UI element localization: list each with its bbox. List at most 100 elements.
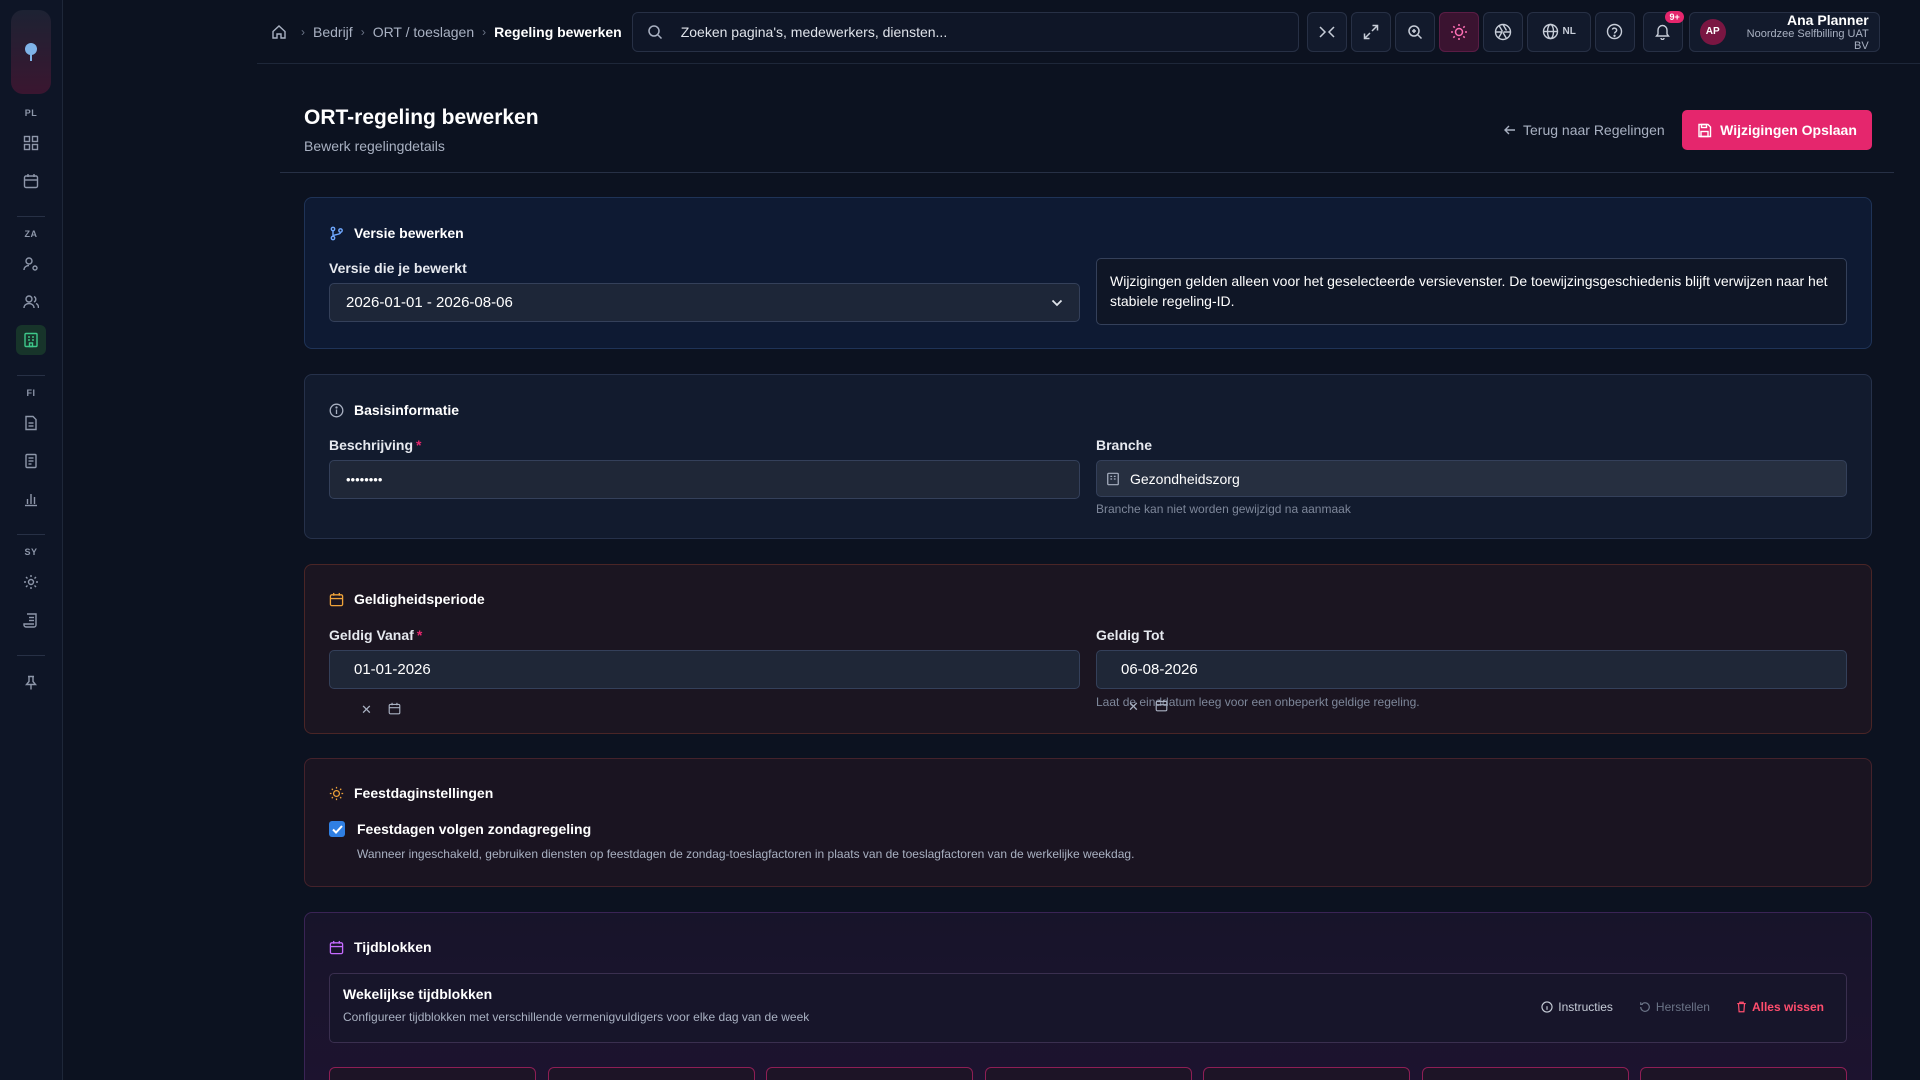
notification-badge: 9+	[1665, 10, 1684, 23]
zoom-button[interactable]	[1394, 11, 1435, 52]
collapse-icon	[1319, 25, 1335, 38]
sidebar-divider	[17, 375, 45, 376]
description-input[interactable]: ••••••••	[329, 460, 1080, 499]
users-icon[interactable]	[16, 287, 46, 317]
sunday-rule-help: Wanneer ingeschakeld, gebruiken diensten…	[357, 847, 1135, 861]
chevron-right-icon: ›	[360, 24, 365, 39]
valid-to-value: 06-08-2026	[1121, 661, 1198, 678]
search-placeholder: Zoeken pagina's, medewerkers, diensten..…	[680, 23, 948, 40]
aperture-button[interactable]	[1482, 11, 1523, 52]
valid-to-label: Geldig Tot	[1096, 627, 1165, 643]
breadcrumb-bedrijf[interactable]: Bedrijf	[313, 24, 353, 40]
sidebar-section-pl: PL	[24, 108, 38, 118]
grid-icon[interactable]	[16, 128, 46, 158]
clear-all-button[interactable]: Alles wissen	[1736, 1000, 1824, 1014]
day-column[interactable]	[1422, 1067, 1629, 1080]
version-card: Versie bewerken Versie die je bewerkt 20…	[304, 197, 1872, 349]
help-button[interactable]	[1594, 11, 1635, 52]
instructions-button[interactable]: Instructies	[1541, 1000, 1613, 1014]
chevron-right-icon: ›	[301, 24, 305, 39]
arrow-left-icon	[1504, 125, 1515, 135]
language-code: NL	[1562, 26, 1576, 37]
day-column[interactable]	[985, 1067, 1192, 1080]
calendar-icon	[329, 940, 344, 954]
version-heading: Versie bewerken	[329, 223, 464, 243]
timeblocks-card: Tijdblokken Wekelijkse tijdblokken Confi…	[304, 912, 1872, 1080]
day-column[interactable]	[548, 1067, 755, 1080]
valid-to-input[interactable]: 06-08-2026	[1096, 650, 1847, 689]
app-logo[interactable]	[11, 10, 51, 94]
basic-heading-text: Basisinformatie	[354, 402, 460, 418]
globe-icon	[1542, 23, 1558, 40]
notifications-button[interactable]: 9+	[1642, 10, 1684, 52]
git-branch-icon	[330, 226, 343, 240]
timeblocks-heading: Tijdblokken	[329, 937, 432, 957]
calendar-icon[interactable]	[1155, 699, 1168, 712]
version-selected: 2026-01-01 - 2026-08-06	[346, 294, 513, 311]
check-icon	[331, 824, 343, 834]
save-icon	[1698, 123, 1712, 137]
language-button[interactable]: NL	[1526, 11, 1591, 52]
clear-date-icon[interactable]: ✕	[1128, 699, 1139, 715]
day-column[interactable]	[766, 1067, 973, 1080]
theme-toggle-button[interactable]	[1438, 11, 1479, 52]
zoom-in-icon	[1407, 24, 1422, 39]
day-column[interactable]	[1203, 1067, 1410, 1080]
save-button[interactable]: Wijzigingen Opslaan	[1682, 110, 1872, 150]
user-org: Noordzee Selfbilling UAT BV	[1746, 27, 1869, 52]
holiday-card: Feestdaginstellingen Feestdagen volgen z…	[304, 758, 1872, 887]
avatar: AP	[1699, 18, 1726, 45]
sunday-rule-checkbox[interactable]	[329, 821, 345, 837]
basic-info-card: Basisinformatie Beschrijving * •••••••• B…	[304, 374, 1872, 539]
version-heading-text: Versie bewerken	[354, 225, 464, 241]
sidebar-section-sy: SY	[24, 547, 38, 557]
user-menu[interactable]: AP Ana Planner Noordzee Selfbilling UAT …	[1688, 11, 1880, 52]
scroll-icon[interactable]	[16, 605, 46, 635]
bell-icon	[1655, 24, 1671, 40]
search-input[interactable]: Zoeken pagina's, medewerkers, diensten..…	[631, 11, 1299, 52]
tree-icon	[25, 43, 37, 61]
sun-icon	[1450, 23, 1467, 40]
user-name: Ana Planner	[1787, 11, 1869, 28]
reset-icon	[1640, 1002, 1650, 1012]
chevron-right-icon: ›	[482, 24, 487, 39]
trash-icon	[1737, 1001, 1746, 1013]
chevron-down-icon	[1051, 294, 1063, 311]
sunday-rule-label[interactable]: Feestdagen volgen zondagregeling	[357, 821, 591, 837]
building-icon	[1107, 472, 1119, 485]
version-info-box: Wijzigingen gelden alleen voor het gesel…	[1096, 258, 1847, 325]
receipt-icon[interactable]	[16, 446, 46, 476]
search-icon	[647, 24, 662, 39]
breadcrumb: › Bedrijf › ORT / toeslagen › Regeling b…	[271, 24, 622, 40]
user-settings-icon[interactable]	[16, 249, 46, 279]
day-column[interactable]	[1640, 1067, 1847, 1080]
help-icon	[1607, 23, 1623, 40]
fullscreen-button[interactable]	[1350, 11, 1391, 52]
back-link[interactable]: Terug naar Regelingen	[1503, 122, 1665, 138]
sidebar: PL ZA FI SY	[0, 0, 63, 1080]
reset-button[interactable]: Herstellen	[1639, 1000, 1710, 1014]
topbar: › Bedrijf › ORT / toeslagen › Regeling b…	[257, 0, 1920, 64]
branch-label: Branche	[1096, 437, 1153, 453]
sun-icon	[329, 786, 344, 800]
validity-card: Geldigheidsperiode Geldig Vanaf * 01-01-2…	[304, 564, 1872, 734]
version-select[interactable]: 2026-01-01 - 2026-08-06	[329, 283, 1080, 322]
calendar-icon	[329, 592, 344, 606]
pin-icon[interactable]	[16, 668, 46, 698]
clear-date-icon[interactable]: ✕	[361, 702, 372, 718]
calendar-icon[interactable]	[16, 166, 46, 196]
holiday-heading-text: Feestdaginstellingen	[354, 785, 494, 801]
building-icon[interactable]	[16, 325, 46, 355]
calendar-icon[interactable]	[388, 702, 401, 715]
document-icon[interactable]	[16, 408, 46, 438]
validity-heading: Geldigheidsperiode	[329, 589, 485, 609]
breadcrumb-ort[interactable]: ORT / toeslagen	[373, 24, 474, 40]
branch-value: Gezondheidszorg	[1130, 470, 1240, 487]
valid-from-input[interactable]: 01-01-2026	[329, 650, 1080, 689]
gear-icon[interactable]	[16, 567, 46, 597]
bar-chart-icon[interactable]	[16, 484, 46, 514]
collapse-button[interactable]	[1306, 11, 1347, 52]
timeblocks-heading-text: Tijdblokken	[354, 939, 432, 955]
day-column[interactable]	[329, 1067, 536, 1080]
home-icon[interactable]	[271, 24, 287, 40]
